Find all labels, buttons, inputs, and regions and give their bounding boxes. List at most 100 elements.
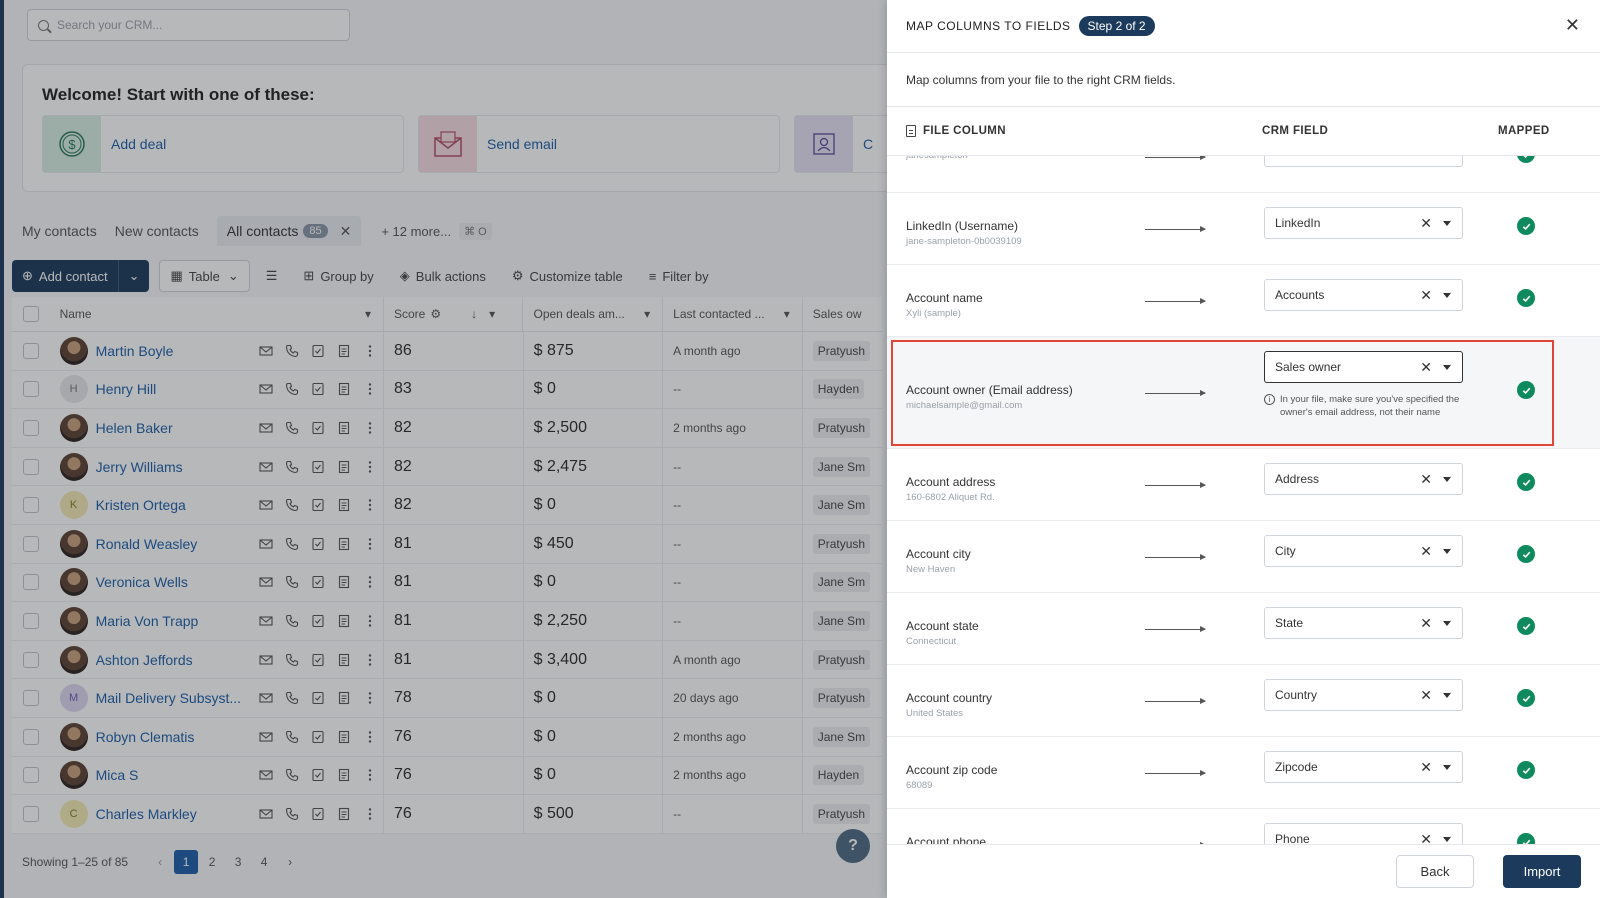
mapped-check-icon [1517,545,1535,563]
info-icon: i [1264,394,1275,405]
clear-icon[interactable]: ✕ [1420,615,1432,632]
file-column-sample: janesampleton [906,156,968,161]
file-column-name: Account state [906,619,979,633]
chevron-down-icon[interactable] [1443,477,1451,482]
import-button[interactable]: Import [1503,855,1581,888]
close-icon[interactable]: ✕ [1565,15,1580,36]
crm-field-select[interactable]: Address ✕ [1264,463,1463,495]
crm-field-select[interactable]: Phone ✕ [1264,823,1463,844]
file-column-header: FILE COLUMN [906,125,1262,137]
crm-field-value: Phone [1275,832,1310,844]
mapping-row: Account city New Haven City ✕ [887,521,1600,593]
crm-field-select[interactable]: State ✕ [1264,607,1463,639]
back-button[interactable]: Back [1396,855,1474,888]
file-column-cell: Account state Connecticut [906,619,979,647]
crm-field-select[interactable]: City ✕ [1264,535,1463,567]
right-arrow-icon [1145,482,1206,488]
file-column-label: FILE COLUMN [923,125,1006,137]
file-column-cell: LinkedIn (Username) jane-sampleton-0b003… [906,219,1022,247]
crm-field-select[interactable]: Accounts ✕ [1264,279,1463,311]
crm-field-value: Accounts [1275,288,1325,302]
chevron-down-icon[interactable] [1443,837,1451,842]
crm-field-value: Sales owner [1275,360,1342,374]
crm-field-value: Country [1275,688,1318,702]
mapped-check-icon [1517,381,1535,399]
chevron-down-icon[interactable] [1443,549,1451,554]
modal-overlay[interactable] [0,0,887,898]
clear-icon[interactable]: ✕ [1420,543,1432,560]
crm-field-select[interactable]: Sales owner ✕ [1264,351,1463,383]
file-column-cell: Account address 160-6802 Aliquet Rd. [906,475,995,503]
clear-icon[interactable]: ✕ [1420,215,1432,232]
file-column-name: Account city [906,547,971,561]
crm-field-value: Address [1275,472,1320,486]
clear-icon[interactable]: ✕ [1420,471,1432,488]
crm-field-value: LinkedIn [1275,216,1321,230]
mapping-row: Account owner (Email address) michaelsam… [887,337,1600,449]
right-arrow-icon [1145,770,1206,776]
file-column-cell: Account country United States [906,691,992,719]
mapped-check-icon [1517,617,1535,635]
right-arrow-icon [1145,390,1206,396]
mapped-check-icon [1517,689,1535,707]
mapped-check-icon [1517,156,1535,163]
owner-hint-text: In your file, make sure you've specified… [1280,394,1460,418]
clear-icon[interactable]: ✕ [1420,156,1432,160]
file-column-name: Account address [906,475,996,489]
file-icon [906,125,916,137]
chevron-down-icon[interactable] [1443,365,1451,370]
mapping-row: janesampleton ✕ [887,156,1600,193]
clear-icon[interactable]: ✕ [1420,287,1432,304]
panel-title: MAP COLUMNS TO FIELDS [906,19,1071,33]
file-column-cell: Account owner (Email address) michaelsam… [906,383,1073,411]
chevron-down-icon[interactable] [1443,221,1451,226]
mapping-row: Account state Connecticut State ✕ [887,593,1600,665]
right-arrow-icon [1145,298,1206,304]
map-columns-panel: MAP COLUMNS TO FIELDS Step 2 of 2 ✕ Map … [887,0,1600,898]
mapping-header: FILE COLUMN CRM FIELD MAPPED [887,107,1600,156]
crm-field-select[interactable]: Country ✕ [1264,679,1463,711]
right-arrow-icon [1145,626,1206,632]
file-column-sample: 160-6802 Aliquet Rd. [906,492,995,503]
mapping-row: Account name Xyli (sample) Accounts ✕ [887,265,1600,337]
file-column-cell: Account zip code 68089 [906,763,997,791]
mapping-list[interactable]: janesampleton ✕ LinkedIn (Username) jane… [887,156,1600,844]
file-column-cell: janesampleton [906,156,968,161]
file-column-sample: michaelsample@gmail.com [906,400,1023,411]
mapping-row: Account address 160-6802 Aliquet Rd. Add… [887,449,1600,521]
step-badge: Step 2 of 2 [1078,16,1155,36]
mapping-row: LinkedIn (Username) jane-sampleton-0b003… [887,193,1600,265]
file-column-sample: 68089 [906,780,933,791]
crm-field-select[interactable]: Zipcode ✕ [1264,751,1463,783]
chevron-down-icon[interactable] [1443,621,1451,626]
file-column-sample: United States [906,708,964,719]
chevron-down-icon[interactable] [1443,293,1451,298]
crm-field-value: City [1275,544,1296,558]
crm-field-select[interactable]: LinkedIn ✕ [1264,207,1463,239]
owner-hint: i In your file, make sure you've specifie… [1264,393,1460,419]
chevron-down-icon[interactable] [1443,693,1451,698]
right-arrow-icon [1145,156,1206,160]
panel-footer: Back Import [887,844,1600,898]
file-column-name: Account owner (Email address) [906,383,1073,397]
chevron-down-icon[interactable] [1443,765,1451,770]
clear-icon[interactable]: ✕ [1420,687,1432,704]
clear-icon[interactable]: ✕ [1420,359,1432,376]
clear-icon[interactable]: ✕ [1420,831,1432,844]
crm-field-value: State [1275,616,1304,630]
clear-icon[interactable]: ✕ [1420,759,1432,776]
file-column-sample: jane-sampleton-0b0039109 [906,236,1022,247]
file-column-name: Account phone [906,835,987,844]
file-column-cell: Account city New Haven [906,547,971,575]
crm-field-select[interactable]: ✕ [1264,156,1463,167]
right-arrow-icon [1145,698,1206,704]
mapping-rows: janesampleton ✕ LinkedIn (Username) jane… [887,156,1600,844]
mapped-check-icon [1517,761,1535,779]
mapping-row: Account country United States Country ✕ [887,665,1600,737]
file-column-cell: Account phone [906,835,986,844]
file-column-cell: Account name Xyli (sample) [906,291,983,319]
mapped-check-icon [1517,289,1535,307]
panel-description: Map columns from your file to the right … [887,53,1600,107]
file-column-name: Account country [906,691,993,705]
right-arrow-icon [1145,226,1206,232]
